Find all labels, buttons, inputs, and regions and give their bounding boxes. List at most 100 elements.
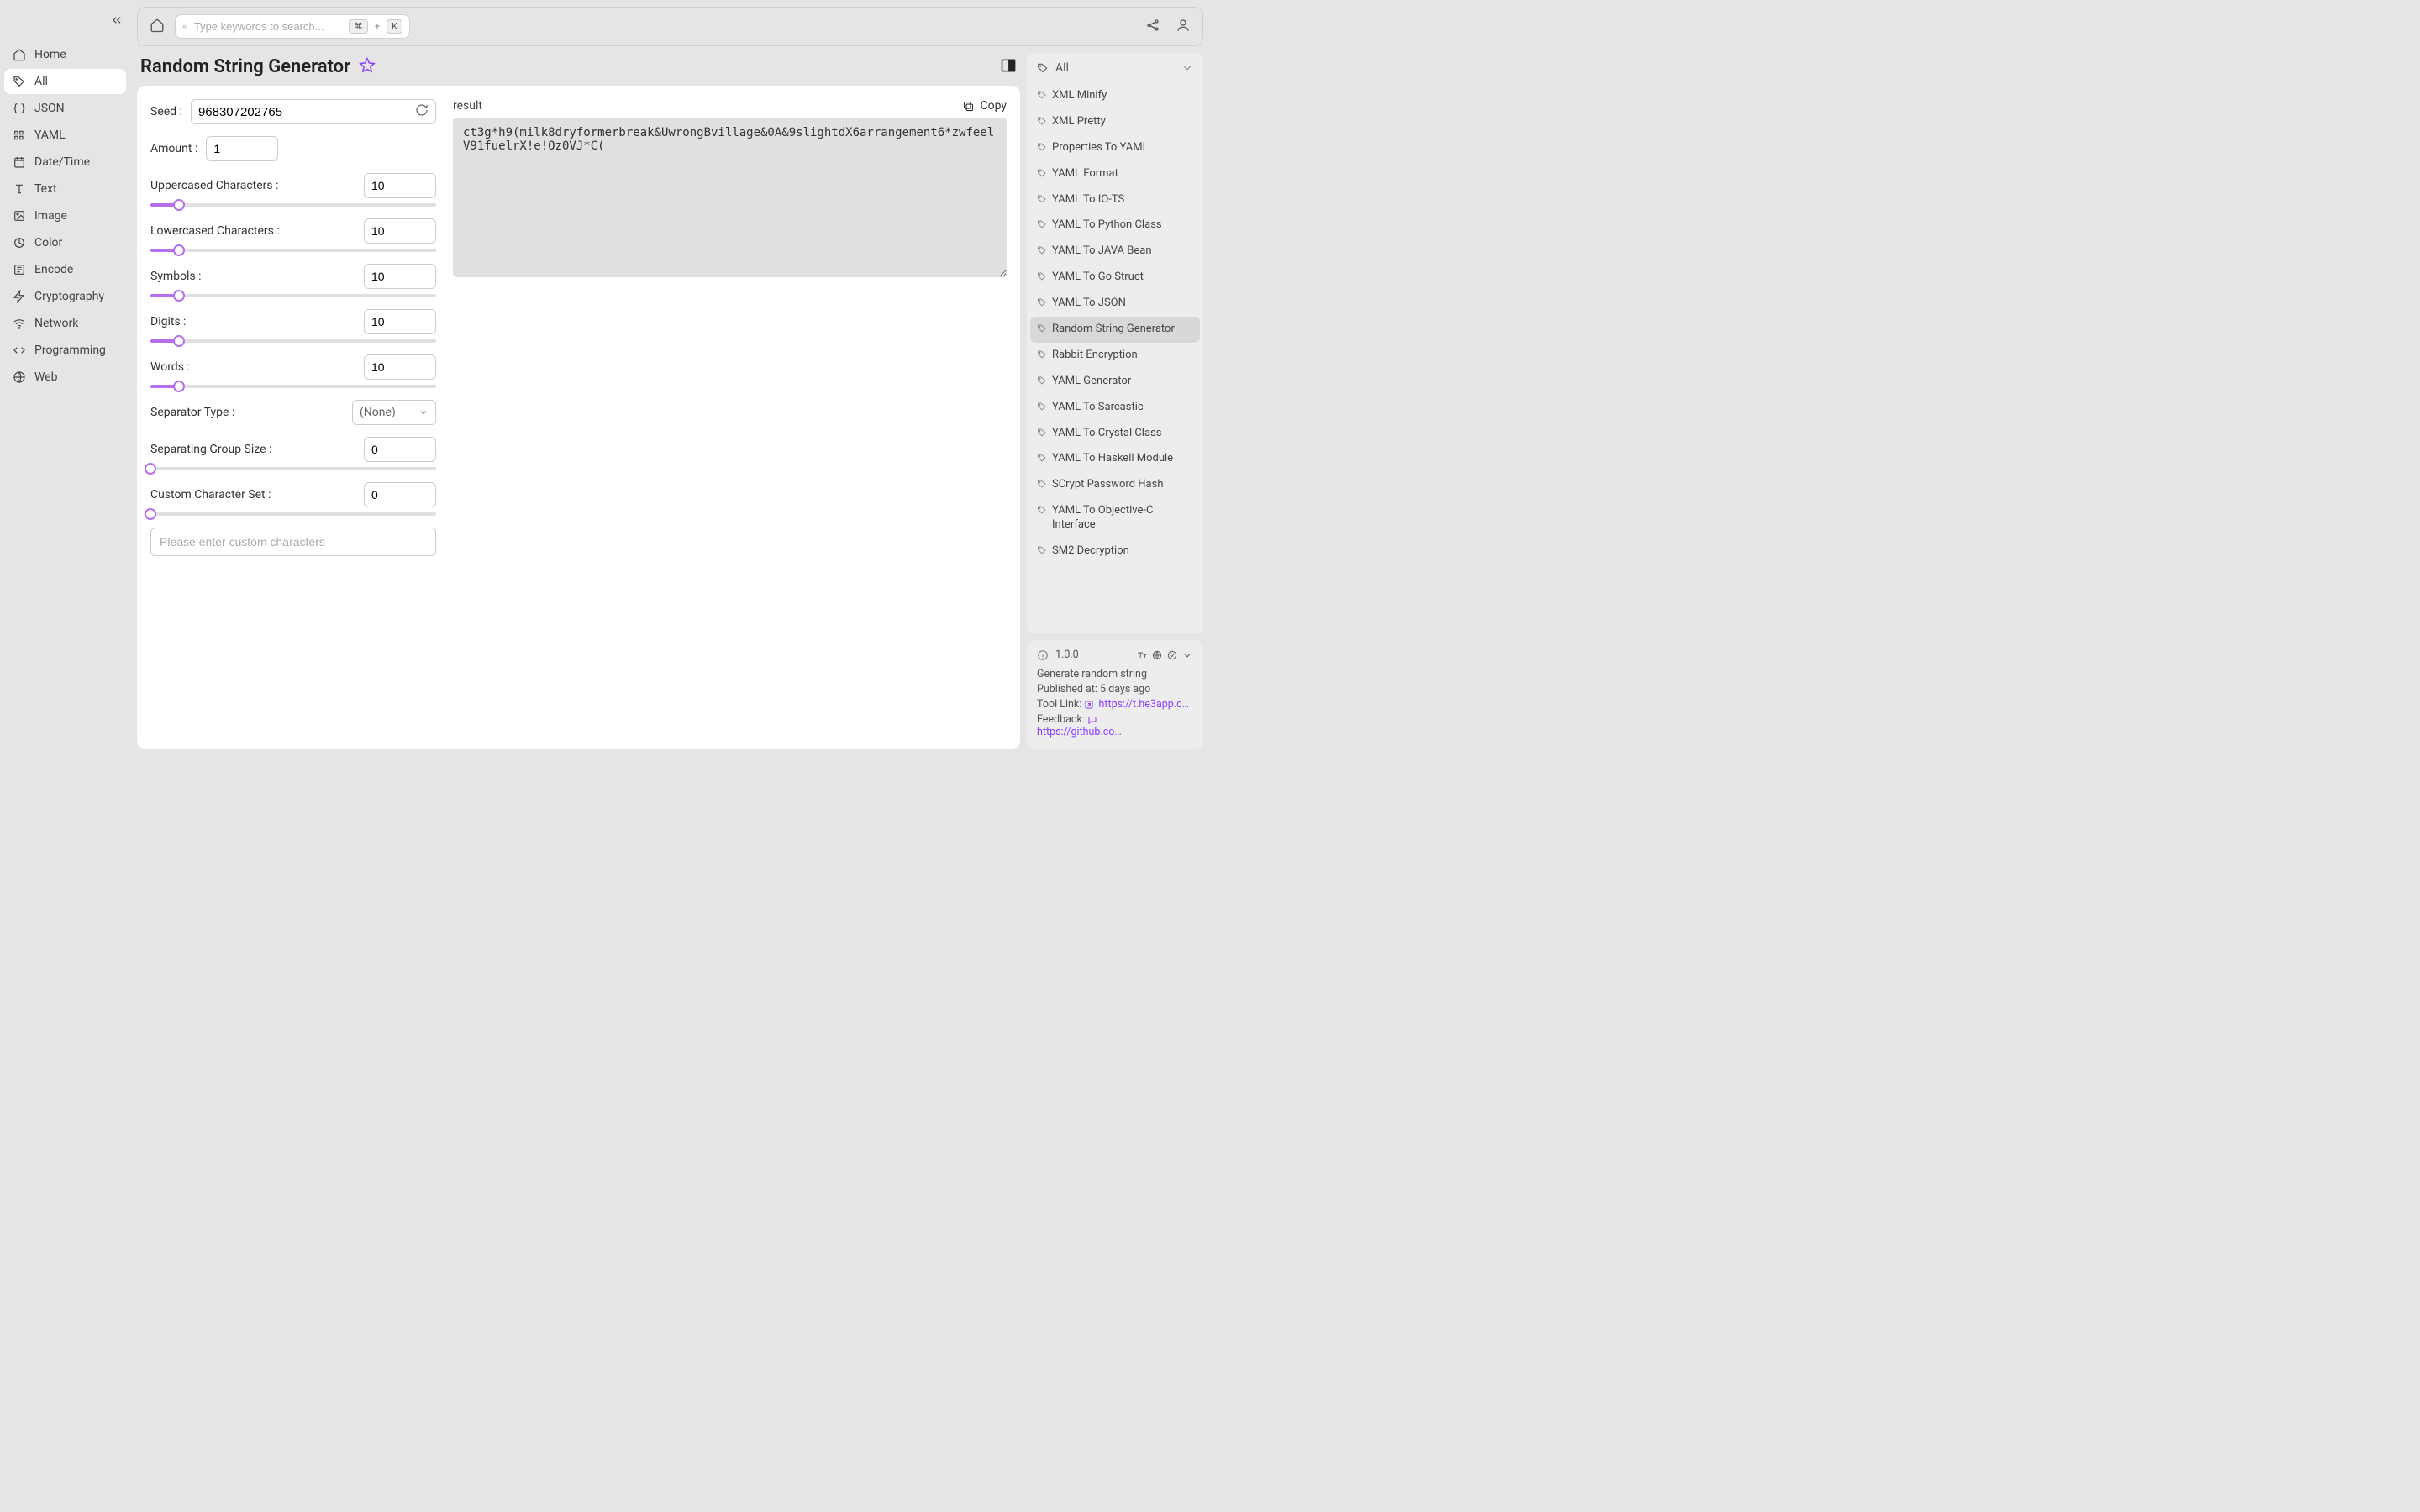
- nav-item-web[interactable]: Web: [4, 365, 126, 390]
- info-feedback: Feedback: https://github.com/…: [1037, 713, 1193, 738]
- tool-item[interactable]: YAML To Haskell Module: [1030, 446, 1200, 472]
- custom-set-count-input[interactable]: [364, 482, 436, 507]
- seed-label: Seed :: [150, 105, 182, 118]
- group-size-slider[interactable]: [150, 467, 436, 470]
- tool-item[interactable]: YAML Format: [1030, 161, 1200, 187]
- tag-icon: [1037, 349, 1047, 360]
- tag-icon: [1037, 545, 1047, 555]
- uppercase-input[interactable]: [364, 173, 436, 198]
- nav-label: Encode: [34, 263, 73, 276]
- share-button[interactable]: [1145, 18, 1160, 36]
- collapse-sidebar-button[interactable]: [110, 13, 124, 30]
- tag-icon: [1037, 297, 1047, 307]
- nav-label: YAML: [34, 129, 66, 142]
- tool-item-label: YAML To JAVA Bean: [1052, 244, 1152, 259]
- globe-icon[interactable]: [1151, 649, 1163, 661]
- custom-characters-input[interactable]: [150, 528, 436, 556]
- lowercase-slider[interactable]: [150, 249, 436, 252]
- tool-item[interactable]: YAML To IO-TS: [1030, 187, 1200, 213]
- seed-refresh-button[interactable]: [415, 103, 429, 120]
- tag-icon: [1037, 142, 1047, 152]
- version-text: 1.0.0: [1055, 648, 1079, 661]
- tag-icon: [1037, 116, 1047, 126]
- result-output[interactable]: ct3g*h9(milk8dryformerbreak&UwrongBvilla…: [453, 118, 1007, 277]
- tool-item-label: SM2 Decryption: [1052, 544, 1129, 559]
- tool-item[interactable]: Rabbit Encryption: [1030, 343, 1200, 369]
- nav-item-text[interactable]: Text: [4, 176, 126, 202]
- nav-label: Home: [34, 48, 66, 61]
- nav-item-yaml[interactable]: YAML: [4, 123, 126, 148]
- tool-item[interactable]: YAML Generator: [1030, 369, 1200, 395]
- nav-item-programming[interactable]: Programming: [4, 338, 126, 363]
- info-description: Generate random string: [1037, 668, 1193, 680]
- tool-item[interactable]: SM2 Decryption: [1030, 538, 1200, 564]
- tool-item[interactable]: YAML To Python Class: [1030, 213, 1200, 239]
- seed-input[interactable]: [198, 105, 415, 119]
- tool-item[interactable]: YAML To JAVA Bean: [1030, 239, 1200, 265]
- copy-icon: [962, 100, 975, 113]
- amount-input[interactable]: [206, 136, 278, 161]
- nav-item-network[interactable]: Network: [4, 311, 126, 336]
- tool-item[interactable]: YAML To Go Struct: [1030, 265, 1200, 291]
- kbd-plus: +: [375, 21, 380, 32]
- tag-icon: [1037, 62, 1049, 74]
- nav-item-json[interactable]: JSON: [4, 96, 126, 121]
- search-box[interactable]: ⌘ + K: [175, 14, 410, 39]
- favorite-button[interactable]: [359, 57, 376, 77]
- tool-item[interactable]: YAML To JSON: [1030, 291, 1200, 317]
- copy-button[interactable]: Copy: [962, 99, 1007, 113]
- nav-item-color[interactable]: Color: [4, 230, 126, 255]
- text-size-icon[interactable]: [1136, 649, 1148, 661]
- tool-item[interactable]: Properties To YAML: [1030, 135, 1200, 161]
- tool-item-label: YAML To Python Class: [1052, 218, 1162, 233]
- yaml-icon: [13, 129, 26, 142]
- chevron-down-icon[interactable]: [1181, 649, 1193, 661]
- right-filter-dropdown[interactable]: All: [1027, 53, 1203, 83]
- tag-icon: [1037, 219, 1047, 229]
- digits-input[interactable]: [364, 309, 436, 334]
- tool-list[interactable]: XML MinifyXML PrettyProperties To YAMLYA…: [1027, 83, 1203, 633]
- tool-item[interactable]: YAML To Crystal Class: [1030, 421, 1200, 447]
- nav-item-home[interactable]: Home: [4, 42, 126, 67]
- tool-item[interactable]: XML Minify: [1030, 83, 1200, 109]
- lowercase-label: Lowercased Characters :: [150, 224, 280, 238]
- tool-item[interactable]: SCrypt Password Hash: [1030, 472, 1200, 498]
- words-input[interactable]: [364, 354, 436, 380]
- uppercase-slider[interactable]: [150, 203, 436, 207]
- nav-label: Text: [34, 182, 57, 196]
- tool-item-label: Rabbit Encryption: [1052, 349, 1138, 363]
- symbols-input[interactable]: [364, 264, 436, 289]
- kbd-cmd: ⌘: [349, 19, 368, 34]
- tag-icon: [1037, 90, 1047, 100]
- tool-link[interactable]: https://t.he3app.co…: [1084, 698, 1191, 711]
- tool-item[interactable]: XML Pretty: [1030, 109, 1200, 135]
- nav-item-all[interactable]: All: [4, 69, 126, 94]
- layout-toggle-button[interactable]: [1000, 57, 1017, 77]
- symbols-slider[interactable]: [150, 294, 436, 297]
- words-slider[interactable]: [150, 385, 436, 388]
- digits-slider[interactable]: [150, 339, 436, 343]
- custom-set-slider[interactable]: [150, 512, 436, 516]
- tag-icon: [1037, 168, 1047, 178]
- nav-item-encode[interactable]: Encode: [4, 257, 126, 282]
- tool-item[interactable]: Random String Generator: [1030, 317, 1200, 343]
- nav-item-image[interactable]: Image: [4, 203, 126, 228]
- separator-select[interactable]: (None): [352, 400, 436, 425]
- tool-item[interactable]: YAML To Sarcastic: [1030, 395, 1200, 421]
- home-button[interactable]: [150, 18, 165, 36]
- lowercase-input[interactable]: [364, 218, 436, 244]
- color-icon: [13, 236, 26, 249]
- check-circle-icon[interactable]: [1166, 649, 1178, 661]
- group-size-input[interactable]: [364, 437, 436, 462]
- search-input[interactable]: [194, 20, 342, 33]
- info-icon: [1037, 649, 1049, 661]
- user-button[interactable]: [1176, 18, 1191, 36]
- nav-item-datetime[interactable]: Date/Time: [4, 150, 126, 175]
- tag-icon: [1037, 245, 1047, 255]
- tool-item[interactable]: YAML To Objective-C Interface: [1030, 498, 1200, 538]
- search-icon: [182, 21, 187, 33]
- nav-item-cryptography[interactable]: Cryptography: [4, 284, 126, 309]
- tool-item-label: YAML To Haskell Module: [1052, 452, 1173, 466]
- info-panel: 1.0.0 Generate random string Published a…: [1027, 640, 1203, 749]
- image-icon: [13, 209, 26, 223]
